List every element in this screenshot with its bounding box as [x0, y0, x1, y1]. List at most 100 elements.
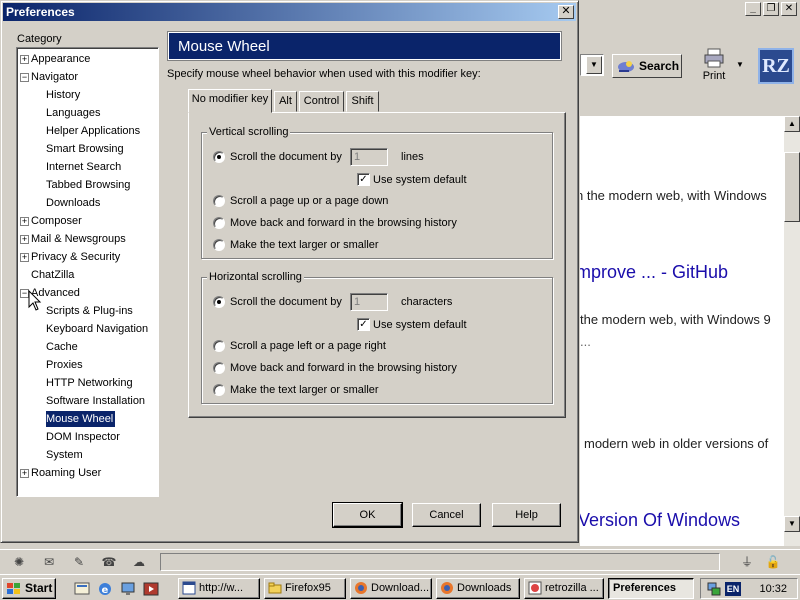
horizontal-scroll-document-label[interactable]: Scroll the document by: [230, 296, 342, 308]
category-item-history[interactable]: History: [46, 87, 82, 103]
search-icon: [618, 61, 634, 72]
vertical-page-up-down-radio[interactable]: [213, 195, 225, 207]
tab-alt[interactable]: Alt: [274, 91, 297, 112]
browser-close-button[interactable]: ✕: [781, 2, 797, 16]
category-item-roaming-user[interactable]: Roaming User: [31, 465, 103, 481]
composer-icon[interactable]: ✎: [70, 554, 88, 570]
tab-no-modifier-key[interactable]: No modifier key: [188, 89, 272, 113]
vertical-scroll-document-radio[interactable]: [213, 151, 225, 163]
minimize-button[interactable]: _: [745, 2, 761, 16]
expand-icon[interactable]: +: [20, 217, 29, 226]
category-item-software-installation[interactable]: Software Installation: [46, 393, 147, 409]
ok-button[interactable]: OK: [332, 502, 403, 528]
vertical-history-radio[interactable]: [213, 217, 225, 229]
vertical-text-size-label[interactable]: Make the text larger or smaller: [230, 239, 379, 251]
dialog-titlebar[interactable]: Preferences ✕: [3, 3, 576, 21]
print-button[interactable]: Print: [694, 48, 734, 88]
task-label: Firefox95: [285, 582, 331, 594]
language-indicator[interactable]: EN: [725, 582, 741, 596]
security-icon[interactable]: 🔓: [764, 554, 782, 570]
vertical-scroll-document-label[interactable]: Scroll the document by: [230, 151, 342, 163]
category-item-keyboard-navigation[interactable]: Keyboard Navigation: [46, 321, 150, 337]
tab-shift[interactable]: Shift: [346, 91, 379, 112]
horizontal-use-system-default-checkbox[interactable]: ✓: [357, 318, 370, 331]
internet-explorer-icon[interactable]: e: [97, 581, 113, 597]
collapse-icon[interactable]: −: [20, 73, 29, 82]
vertical-use-system-default-checkbox[interactable]: ✓: [357, 173, 370, 186]
category-item-smart-browsing[interactable]: Smart Browsing: [46, 141, 126, 157]
page-vertical-scrollbar[interactable]: ▲ ▼: [784, 116, 800, 546]
scroll-thumb[interactable]: [784, 152, 800, 222]
category-item-languages[interactable]: Languages: [46, 105, 102, 121]
content-link-heading[interactable]: mprove ... - GitHub: [580, 262, 728, 283]
show-desktop-icon[interactable]: [74, 581, 90, 597]
search-button[interactable]: Search: [612, 54, 682, 78]
content-link-heading[interactable]: Version Of Windows: [580, 510, 740, 531]
category-item-internet-search[interactable]: Internet Search: [46, 159, 123, 175]
taskbar-task-downloads[interactable]: Downloads: [436, 578, 520, 599]
vertical-lines-input[interactable]: 1: [350, 148, 388, 166]
category-item-system[interactable]: System: [46, 447, 85, 463]
category-item-navigator[interactable]: Navigator: [31, 69, 80, 85]
category-item-dom-inspector[interactable]: DOM Inspector: [46, 429, 122, 445]
start-button[interactable]: Start: [2, 578, 56, 599]
navigator-icon[interactable]: ✺: [10, 554, 28, 570]
cancel-button[interactable]: Cancel: [412, 503, 481, 527]
expand-icon[interactable]: +: [20, 469, 29, 478]
svg-text:e: e: [102, 585, 109, 596]
category-item-downloads[interactable]: Downloads: [46, 195, 102, 211]
taskbar-task-retrozilla[interactable]: retrozilla ...: [524, 578, 604, 599]
horizontal-page-left-right-label[interactable]: Scroll a page left or a page right: [230, 340, 386, 352]
taskbar-task-http[interactable]: http://w...: [178, 578, 260, 599]
chatzilla-icon[interactable]: ☁: [130, 554, 148, 570]
vertical-use-system-default-label[interactable]: Use system default: [373, 174, 467, 186]
horizontal-text-size-radio[interactable]: [213, 384, 225, 396]
category-item-helper-applications[interactable]: Helper Applications: [46, 123, 142, 139]
media-player-icon[interactable]: [143, 581, 159, 597]
horizontal-text-size-label[interactable]: Make the text larger or smaller: [230, 384, 379, 396]
scroll-up-icon[interactable]: ▲: [784, 116, 800, 132]
vertical-lines-unit: lines: [401, 151, 424, 163]
expand-icon[interactable]: +: [20, 235, 29, 244]
search-engine-dropdown[interactable]: ▼: [580, 54, 604, 76]
tab-control[interactable]: Control: [299, 91, 344, 112]
close-icon[interactable]: ✕: [558, 5, 574, 19]
category-item-http-networking[interactable]: HTTP Networking: [46, 375, 135, 391]
taskbar-task-download[interactable]: Download...: [350, 578, 432, 599]
online-status-icon[interactable]: ⏚: [738, 554, 756, 570]
category-item-mouse-wheel[interactable]: Mouse Wheel: [46, 411, 116, 427]
clock[interactable]: 10:32: [759, 581, 787, 597]
category-tree[interactable]: Appearance + Navigator − History Languages Hel…: [16, 47, 159, 497]
expand-icon[interactable]: +: [20, 253, 29, 262]
category-item-tabbed-browsing[interactable]: Tabbed Browsing: [46, 177, 132, 193]
taskbar-task-preferences[interactable]: Preferences: [608, 578, 694, 599]
help-button[interactable]: Help: [492, 503, 561, 527]
address-book-icon[interactable]: ☎: [100, 554, 118, 570]
horizontal-history-label[interactable]: Move back and forward in the browsing hi…: [230, 362, 457, 374]
network-tray-icon[interactable]: [706, 581, 722, 597]
vertical-text-size-radio[interactable]: [213, 239, 225, 251]
vertical-history-label[interactable]: Move back and forward in the browsing hi…: [230, 217, 457, 229]
taskbar-task-firefox95[interactable]: Firefox95: [264, 578, 346, 599]
horizontal-page-left-right-radio[interactable]: [213, 340, 225, 352]
horizontal-history-radio[interactable]: [213, 362, 225, 374]
horizontal-characters-input[interactable]: 1: [350, 293, 388, 311]
category-item-proxies[interactable]: Proxies: [46, 357, 85, 373]
category-item-composer[interactable]: Composer: [31, 213, 84, 229]
expand-icon[interactable]: +: [20, 55, 29, 64]
vertical-page-up-down-label[interactable]: Scroll a page up or a page down: [230, 195, 388, 207]
mail-icon[interactable]: ✉: [40, 554, 58, 570]
category-item-mail-newsgroups[interactable]: Mail & Newsgroups: [31, 231, 128, 247]
maximize-button[interactable]: ❐: [763, 2, 779, 16]
print-menu-arrow-icon[interactable]: ▼: [736, 60, 744, 69]
scroll-down-icon[interactable]: ▼: [784, 516, 800, 532]
category-item-scripts-plug-ins[interactable]: Scripts & Plug-ins: [46, 303, 135, 319]
category-item-privacy-security[interactable]: Privacy & Security: [31, 249, 122, 265]
network-icon[interactable]: [120, 581, 136, 597]
category-item-chatzilla[interactable]: ChatZilla: [31, 267, 76, 283]
category-item-appearance[interactable]: Appearance: [31, 51, 92, 67]
horizontal-use-system-default-label[interactable]: Use system default: [373, 319, 467, 331]
panel-description: Specify mouse wheel behavior when used w…: [167, 68, 481, 80]
horizontal-scroll-document-radio[interactable]: [213, 296, 225, 308]
category-item-cache[interactable]: Cache: [46, 339, 80, 355]
